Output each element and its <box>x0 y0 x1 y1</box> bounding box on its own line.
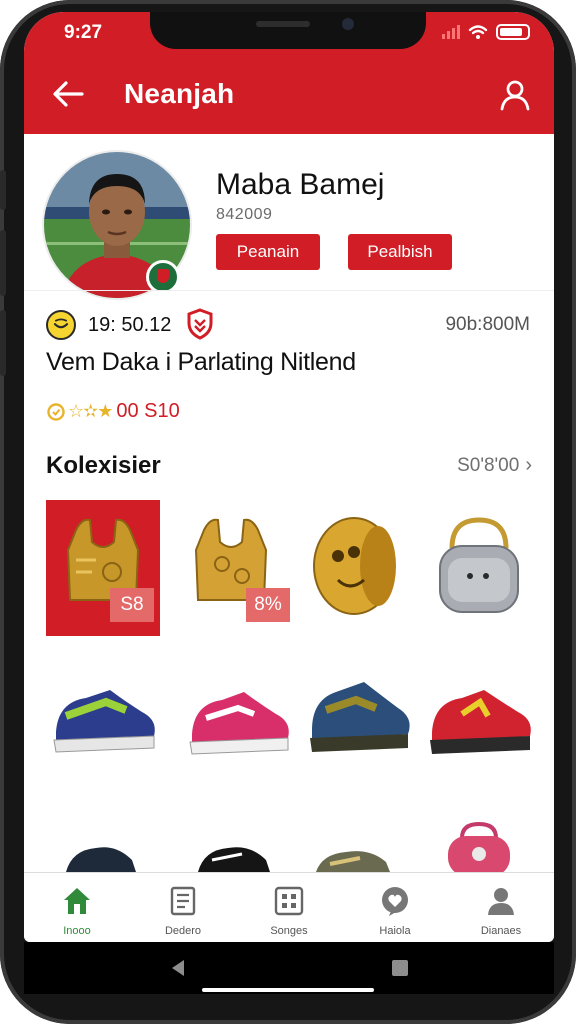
nav-item-chat[interactable]: Haiola <box>342 873 448 942</box>
phone-side-button <box>0 310 6 376</box>
collection-item-sneaker-3[interactable] <box>302 652 416 788</box>
collection-item-shoe-7[interactable] <box>302 820 416 872</box>
sneaker-image <box>189 692 289 755</box>
club-badge-icon <box>146 260 180 294</box>
app-header: 9:27 Neanjah <box>24 12 554 134</box>
section-divider <box>24 290 554 291</box>
sneaker-image <box>310 682 410 752</box>
system-navigation-bar <box>24 942 554 994</box>
collection-item-golden-ring[interactable] <box>302 500 416 636</box>
discount-tag: 8% <box>246 588 290 622</box>
nav-label-chat: Haiola <box>379 925 411 937</box>
status-time: 9:27 <box>64 22 103 43</box>
stat-value-right: 90b:800M <box>445 314 530 335</box>
system-home-indicator[interactable] <box>202 988 374 992</box>
page-title: Neanjah <box>124 78 235 109</box>
signal-icon <box>442 25 460 39</box>
golden-ring-image <box>313 517 396 615</box>
primary-action-button[interactable]: Peanain <box>216 234 320 270</box>
user-profile-icon[interactable] <box>498 78 532 112</box>
nav-label-documents: Dedero <box>164 925 202 937</box>
collection-item-sneaker-1[interactable] <box>46 652 160 788</box>
rating-row: ☆✫★ 00 S10 <box>46 400 180 423</box>
person-icon <box>488 888 514 915</box>
profile-name: Maba Bamej <box>216 168 385 201</box>
collection-title: Kolexisier <box>46 452 161 479</box>
collection-item-sneaker-2[interactable] <box>182 652 296 788</box>
nav-item-grid[interactable]: Songes <box>236 873 342 942</box>
phone-side-button <box>0 230 6 296</box>
nav-item-profile[interactable]: Dianaes <box>448 873 554 942</box>
shoe-image <box>66 847 136 872</box>
nav-label-grid: Songes <box>270 925 308 937</box>
shoe-image <box>198 847 270 872</box>
shoe-image <box>316 851 390 872</box>
grid-card-icon <box>274 886 304 916</box>
nav-label-home: Inooo <box>63 925 91 937</box>
status-icons <box>442 24 530 40</box>
collection-item-shoe-6[interactable] <box>182 820 296 872</box>
system-recents-icon[interactable] <box>392 960 408 976</box>
stat-value-left: 19: 50.12 <box>88 314 172 336</box>
profile-subtitle: 842009 <box>216 206 273 223</box>
battery-icon <box>496 24 530 40</box>
phone-side-button <box>0 170 6 210</box>
chat-heart-icon <box>382 887 408 916</box>
collection-item-golden-vest-2[interactable]: 8% <box>182 500 296 636</box>
wifi-icon <box>468 25 488 39</box>
nav-label-profile: Dianaes <box>480 925 522 937</box>
see-all-label: S0'8'00 <box>457 454 520 476</box>
sneaker-image <box>53 690 155 753</box>
back-arrow-icon[interactable] <box>50 78 86 110</box>
nav-item-documents[interactable]: Dedero <box>130 873 236 942</box>
medal-icon <box>47 402 65 421</box>
see-all-link[interactable]: S0'8'00 › <box>457 454 532 477</box>
collection-item-silver-bag[interactable] <box>422 500 536 636</box>
bag-image <box>448 821 510 872</box>
bottom-navigation: Inooo Dedero Songes Haiola Dianaes <box>24 872 554 942</box>
front-camera <box>342 18 354 30</box>
shield-icon <box>187 308 213 340</box>
document-icon <box>170 886 196 916</box>
speaker-grille <box>256 21 310 27</box>
nav-item-home[interactable]: Inooo <box>24 873 130 942</box>
sneaker-image <box>430 690 531 754</box>
chevron-right-icon: › <box>525 454 532 476</box>
smiley-icon <box>46 310 76 340</box>
collection-item-sneaker-4[interactable] <box>422 652 536 788</box>
collection-item-bag-8[interactable] <box>422 820 536 872</box>
star-rating-icon: ☆✫★ <box>68 401 113 421</box>
system-back-icon[interactable] <box>172 960 184 976</box>
rating-text: 00 S10 <box>116 400 180 422</box>
headline-text: Vem Daka i Parlating Nitlend <box>46 348 356 376</box>
secondary-action-button[interactable]: Pealbish <box>348 234 452 270</box>
silver-bag-image <box>439 517 519 613</box>
discount-tag: S8 <box>110 588 154 622</box>
app-screen: 9:27 Neanjah Maba Bamej 842009 Peanain P… <box>24 12 554 942</box>
collection-item-shoe-5[interactable] <box>46 820 160 872</box>
collection-item-golden-vest[interactable]: S8 <box>46 500 160 636</box>
camera-notch <box>150 12 426 49</box>
home-icon <box>64 888 90 914</box>
